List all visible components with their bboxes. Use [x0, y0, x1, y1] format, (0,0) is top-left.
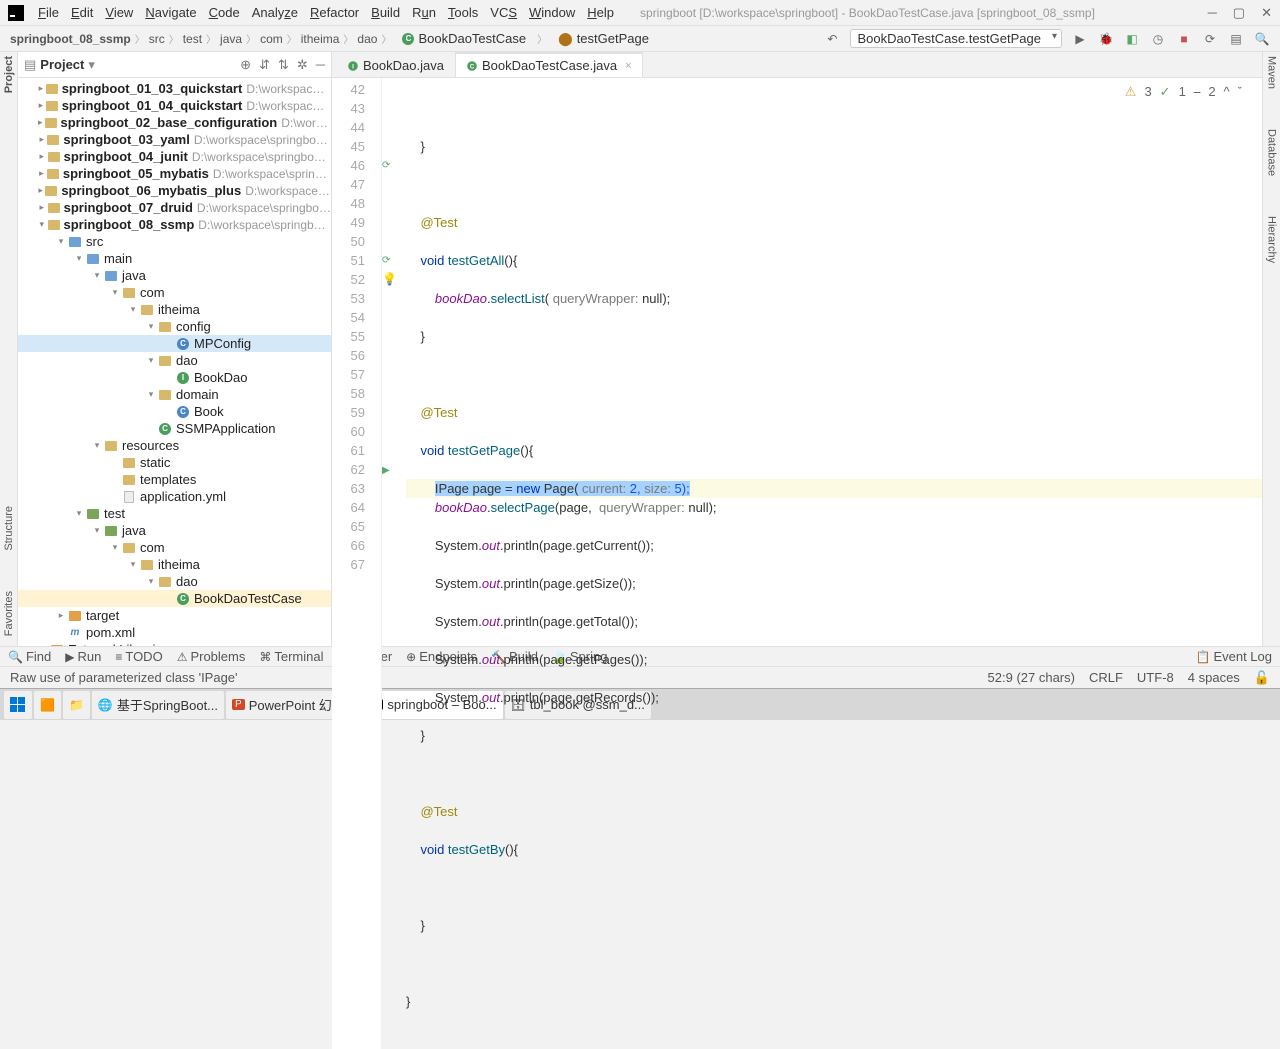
project-arrow-icon[interactable]: ▤ [24, 57, 36, 73]
right-tool-strip: Maven Database Hierarchy [1262, 52, 1280, 646]
crumb-itheima[interactable]: itheima [301, 32, 340, 46]
back-arrow-icon[interactable]: ↶ [824, 31, 840, 47]
close-tab-icon[interactable]: × [625, 60, 631, 72]
menu-vcs[interactable]: VCS [484, 5, 523, 20]
run-gutter-icon[interactable]: ▶ [382, 461, 390, 480]
collapse-all-icon[interactable]: ⇅ [278, 57, 289, 73]
btab-problems[interactable]: ⚠Problems [177, 649, 246, 664]
editor-tabs: IBookDao.java CBookDaoTestCase.java× [332, 52, 1262, 78]
crumb-method[interactable]: ⬤testGetPage [551, 29, 656, 49]
expand-all-icon[interactable]: ⇵ [259, 57, 270, 73]
taskbar-explorer[interactable]: 📁 [63, 691, 90, 719]
tool-structure[interactable]: Structure [3, 506, 15, 551]
left-tool-strip: Project Structure Favorites [0, 52, 18, 646]
intention-bulb-icon[interactable]: 💡 [382, 270, 397, 289]
git-update-icon[interactable]: ⟳ [1202, 31, 1218, 47]
crumb-class[interactable]: CBookDaoTestCase [395, 29, 533, 48]
btab-terminal[interactable]: ⌘Terminal [259, 649, 323, 664]
menu-code[interactable]: Code [203, 5, 246, 20]
menu-window[interactable]: Window [523, 5, 581, 20]
status-message: Raw use of parameterized class 'IPage' [10, 670, 238, 685]
crumb-module[interactable]: springboot_08_ssmp [10, 32, 131, 46]
menu-tools[interactable]: Tools [442, 5, 484, 20]
profile-button[interactable]: ◷ [1150, 31, 1166, 47]
taskbar-app1[interactable]: 🟧 [34, 691, 61, 719]
btab-todo[interactable]: ≡TODO [115, 649, 162, 664]
windows-icon [10, 697, 26, 713]
search-icon[interactable]: 🔍 [1254, 31, 1270, 47]
btab-run[interactable]: ▶Run [65, 649, 101, 664]
stop-button[interactable]: ■ [1176, 31, 1192, 47]
minimize-button[interactable]: ─ [1208, 5, 1217, 21]
run-button[interactable]: ▶ [1072, 31, 1088, 47]
tool-favorites[interactable]: Favorites [3, 591, 15, 636]
menu-file[interactable]: File [32, 5, 65, 20]
menu-view[interactable]: View [99, 5, 139, 20]
crumb-com[interactable]: com [260, 32, 283, 46]
tree-selected: CMPConfig [18, 335, 331, 352]
close-button[interactable]: ✕ [1261, 5, 1272, 21]
tool-maven[interactable]: Maven [1266, 56, 1278, 89]
inspections-widget[interactable]: ⚠3 ✓1 ⎯2 ^ˇ [1125, 82, 1242, 101]
taskbar-start[interactable] [4, 691, 32, 719]
structure-icon[interactable]: ▤ [1228, 31, 1244, 47]
line-gutter: 424344 454647 484950 515253 545556 57585… [332, 78, 382, 1049]
menu-run[interactable]: Run [406, 5, 442, 20]
tool-hierarchy[interactable]: Hierarchy [1266, 216, 1278, 263]
project-panel: ▤ Project ▾ ⊕ ⇵ ⇅ ✲ ─ ▸springboot_01_03_… [18, 52, 332, 646]
run-config-selector[interactable]: BookDaoTestCase.testGetPage [850, 29, 1062, 48]
coverage-button[interactable]: ◧ [1124, 31, 1140, 47]
btab-find[interactable]: 🔍Find [8, 649, 51, 664]
tool-project[interactable]: Project [3, 56, 15, 93]
navigation-bar: springboot_08_ssmp〉 src〉 test〉 java〉 com… [0, 26, 1280, 52]
code-editor[interactable]: 424344 454647 484950 515253 545556 57585… [332, 78, 1262, 1049]
menu-help[interactable]: Help [581, 5, 620, 20]
project-tree[interactable]: ▸springboot_01_03_quickstartD:\workspace… [18, 78, 331, 646]
crumb-java[interactable]: java [220, 32, 242, 46]
tab-testcase[interactable]: CBookDaoTestCase.java× [455, 52, 643, 77]
crumb-test[interactable]: test [183, 32, 202, 46]
menu-edit[interactable]: Edit [65, 5, 99, 20]
run-gutter-icon[interactable]: ⟳ [382, 251, 390, 270]
crumb-dao[interactable]: dao [357, 32, 377, 46]
taskbar-chrome[interactable]: 🌐基于SpringBoot... [92, 691, 224, 719]
gutter-marks: ⟳ ⟳ 💡 ▶ [382, 78, 402, 1049]
editor-area: IBookDao.java CBookDaoTestCase.java× 424… [332, 52, 1262, 646]
hide-panel-icon[interactable]: ─ [316, 57, 325, 73]
app-logo-icon [8, 5, 24, 21]
maximize-button[interactable]: ▢ [1233, 5, 1245, 21]
locate-icon[interactable]: ⊕ [240, 57, 251, 73]
menubar: File Edit View Navigate Code Analyze Ref… [0, 0, 1280, 26]
run-gutter-icon[interactable]: ⟳ [382, 156, 390, 175]
tool-database[interactable]: Database [1266, 129, 1278, 176]
window-title-path: springboot [D:\workspace\springboot] - B… [640, 6, 1095, 20]
menu-build[interactable]: Build [365, 5, 406, 20]
menu-refactor[interactable]: Refactor [304, 5, 365, 20]
settings-icon[interactable]: ✲ [297, 57, 308, 73]
menu-analyze[interactable]: Analyze [246, 5, 304, 20]
menu-navigate[interactable]: Navigate [139, 5, 202, 20]
project-title[interactable]: Project [40, 57, 84, 72]
tab-bookdao[interactable]: IBookDao.java [336, 53, 455, 77]
debug-button[interactable]: 🐞 [1098, 31, 1114, 47]
crumb-src[interactable]: src [149, 32, 165, 46]
